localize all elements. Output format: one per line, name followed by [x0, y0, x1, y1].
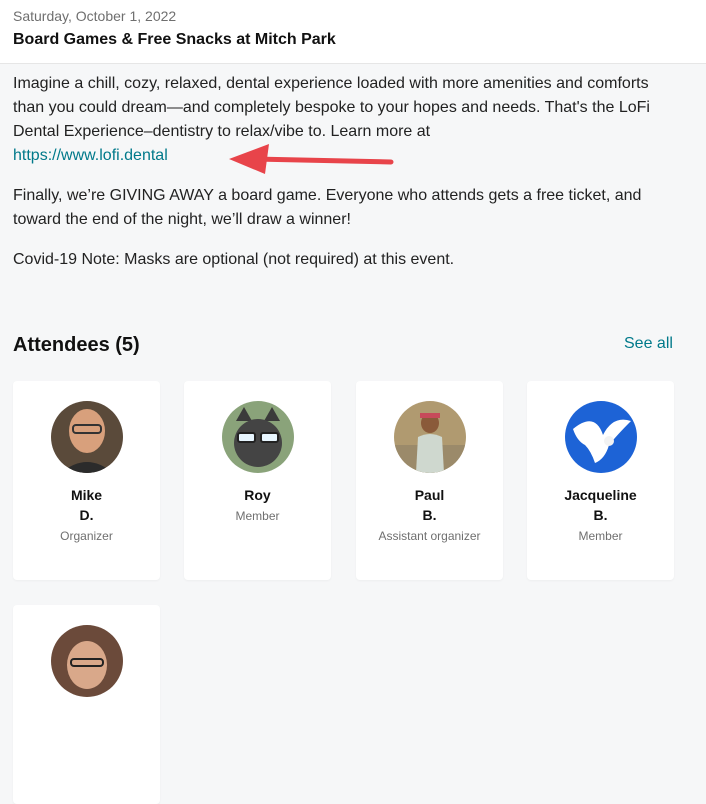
event-date: Saturday, October 1, 2022: [13, 8, 177, 24]
description-text-1: Imagine a chill, cozy, relaxed, dental e…: [13, 75, 650, 140]
avatar: [565, 401, 637, 473]
attendee-name: Roy: [244, 487, 271, 503]
lofi-dental-link[interactable]: https://www.lofi.dental: [13, 147, 168, 164]
attendees-heading: Attendees (5): [13, 334, 140, 356]
description-paragraph-2: Finally, we’re GIVING AWAY a board game.…: [13, 187, 642, 228]
annotation-arrow-icon: [229, 144, 394, 174]
see-all-link[interactable]: See all: [624, 335, 673, 353]
attendee-card[interactable]: Roy Member: [184, 381, 331, 580]
attendee-role: Organizer: [60, 529, 113, 543]
event-description: Imagine a chill, cozy, relaxed, dental e…: [13, 72, 673, 288]
attendee-role: Member: [578, 529, 623, 543]
description-paragraph-3: Covid-19 Note: Masks are optional (not r…: [13, 251, 455, 268]
attendee-card[interactable]: Jacqueline B. Member: [527, 381, 674, 580]
attendee-name: Mike D.: [70, 487, 103, 523]
avatar: [51, 401, 123, 473]
avatar: [394, 401, 466, 473]
event-title: Board Games & Free Snacks at Mitch Park: [13, 31, 336, 48]
attendee-role: Member: [235, 509, 280, 523]
avatar: [51, 625, 123, 697]
attendee-card[interactable]: Mike D. Organizer: [13, 381, 160, 580]
event-header: Saturday, October 1, 2022 Board Games & …: [0, 0, 706, 64]
attendee-card[interactable]: [13, 605, 160, 804]
attendee-name: Paul B.: [414, 487, 445, 523]
attendee-name: Jacqueline B.: [564, 487, 637, 523]
attendee-role: Assistant organizer: [378, 529, 481, 543]
avatar: [222, 401, 294, 473]
attendee-card[interactable]: Paul B. Assistant organizer: [356, 381, 503, 580]
